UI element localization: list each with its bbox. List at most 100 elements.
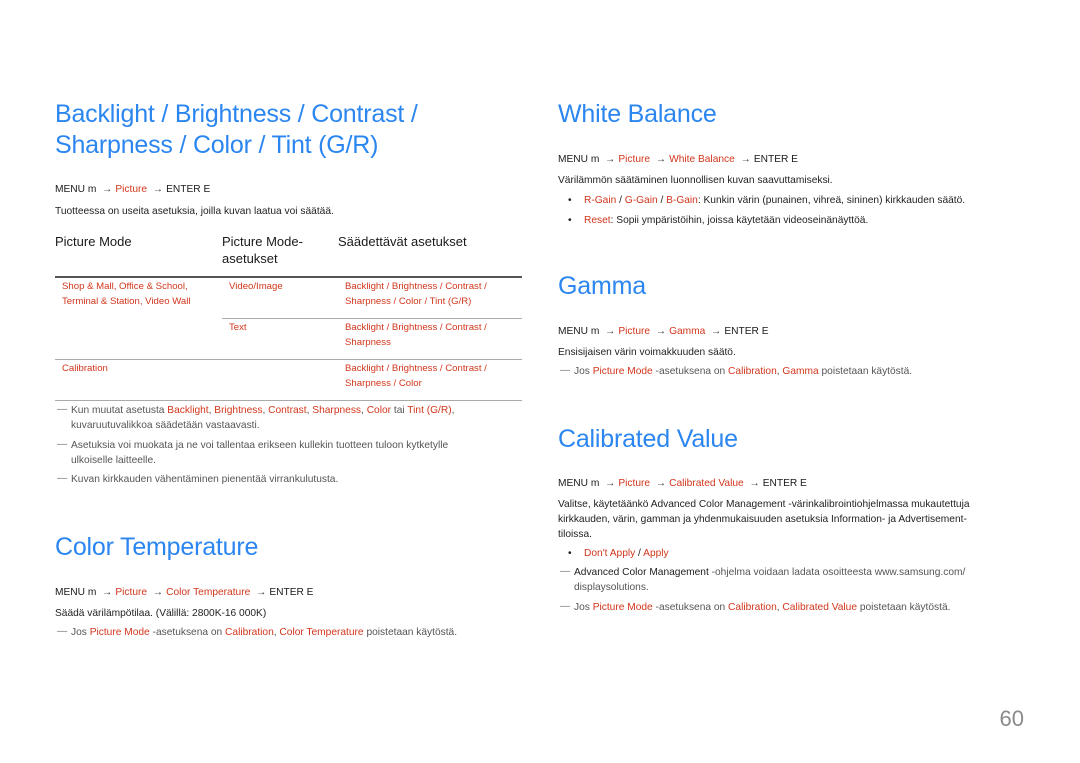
note-text: -asetuksena on: [652, 602, 729, 613]
note: — Jos Picture Mode -asetuksena on Calibr…: [55, 626, 457, 641]
menu-enter: ENTER E: [269, 587, 314, 598]
section-description: Värilämmön säätäminen luonnollisen kuvan…: [558, 175, 833, 186]
menu-path: MENU m → Picture → ENTER E: [55, 184, 210, 195]
menu-item-calibrated-value[interactable]: Calibrated Value: [669, 478, 744, 489]
menu-item-picture[interactable]: Picture: [115, 184, 147, 195]
desc-term: Advanced Color Management: [650, 499, 786, 510]
arrow-icon: →: [749, 478, 760, 489]
arrow-icon: →: [152, 587, 164, 598]
menu-enter: ENTER E: [166, 184, 211, 195]
note-term: Advanced Color Management: [574, 567, 709, 578]
note-dash-icon: —: [57, 473, 68, 484]
menu-label: MENU m: [558, 478, 600, 489]
menu-item-picture[interactable]: Picture: [115, 587, 147, 598]
bullet-icon: •: [568, 548, 572, 559]
table-row-rule: [55, 359, 522, 360]
adjust-line: Backlight / Brightness / Contrast /: [345, 322, 487, 333]
menu-enter: ENTER E: [724, 326, 769, 337]
note-term: Picture Mode: [592, 602, 653, 613]
note-dash-icon: —: [560, 566, 571, 577]
mode-line: Terminal & Station, Video Wall: [62, 295, 191, 307]
note-term: Gamma: [782, 366, 819, 377]
note-text: poistetaan käytöstä.: [363, 627, 458, 638]
title-line-2: Sharpness / Color / Tint (G/R): [55, 131, 379, 159]
option-g-gain: G-Gain: [624, 195, 658, 206]
note-text: ulkoiselle laitteelle.: [71, 454, 156, 466]
table-cell-mode: Calibration: [62, 363, 108, 374]
note: — Asetuksia voi muokata ja ne voi tallen…: [55, 439, 448, 468]
note-term: Calibration: [728, 602, 777, 613]
arrow-icon: →: [102, 587, 113, 598]
section-title-calibrated-value: Calibrated Value: [558, 425, 738, 453]
bullet-icon: •: [568, 215, 572, 226]
menu-enter: ENTER E: [753, 154, 798, 165]
note: — Kun muutat asetusta Backlight, Brightn…: [57, 404, 455, 431]
title-line-1: Backlight / Brightness / Contrast /: [55, 100, 418, 128]
menu-item-gamma[interactable]: Gamma: [669, 326, 705, 337]
desc-text: Valitse, käytetäänkö: [558, 499, 651, 510]
menu-enter: ENTER E: [762, 478, 807, 489]
table-header-adjustable: Säädettävät asetukset: [338, 234, 467, 249]
note-text: Asetuksia voi muokata ja ne voi tallenta…: [71, 440, 449, 451]
menu-item-picture[interactable]: Picture: [618, 326, 650, 337]
note-dash-icon: —: [560, 365, 571, 376]
menu-path: MENU m → Picture → White Balance → ENTER E: [558, 154, 798, 165]
table-header-picture-mode-settings: Picture Mode- asetukset: [222, 233, 303, 267]
note-term: Contrast: [268, 405, 307, 416]
section-title-white-balance: White Balance: [558, 100, 717, 128]
note-text: ,: [451, 405, 455, 416]
section-description: Ensisijaisen värin voimakkuuden säätö.: [558, 347, 736, 358]
arrow-icon: →: [655, 478, 667, 489]
note-text: Kun muutat asetusta: [71, 405, 168, 416]
note-text: poistetaan käytöstä.: [818, 366, 913, 377]
desc-text: -värinkalibrointiohjelmassa mukautettuja: [785, 499, 970, 510]
arrow-icon: →: [102, 184, 113, 195]
arrow-icon: →: [655, 326, 667, 337]
note-dash-icon: —: [560, 601, 571, 612]
section-title-backlight: Backlight / Brightness / Contrast / Shar…: [55, 99, 418, 161]
table-cell-adjust: Backlight / Brightness / Contrast / Shar…: [345, 280, 487, 309]
section-title-color-temperature: Color Temperature: [55, 533, 259, 561]
note-text: Jos: [71, 627, 90, 638]
note-term: Tint (G/R): [407, 405, 452, 416]
bullet-item: • Don't Apply / Apply: [568, 548, 669, 559]
option-apply: Apply: [643, 548, 669, 559]
bullet-icon: •: [568, 195, 572, 206]
page-number: 60: [999, 706, 1024, 731]
note-dash-icon: —: [57, 626, 68, 637]
menu-item-picture[interactable]: Picture: [618, 154, 650, 165]
table-row-rule: [222, 318, 522, 319]
menu-label: MENU m: [558, 326, 600, 337]
section-description: Säädä värilämpötilaa. (Välillä: 2800K-16…: [55, 608, 267, 619]
adjust-line: Backlight / Brightness / Contrast /: [345, 281, 487, 292]
bullet-item: • Reset: Sopii ympäristöihin, joissa käy…: [568, 213, 868, 228]
menu-label: MENU m: [55, 587, 97, 598]
header-line-1: Picture Mode-: [222, 234, 303, 249]
note-term: Backlight: [167, 405, 209, 416]
note-text: kuvaruutuvalikkoa säädetään vastaavasti.: [71, 419, 260, 431]
menu-item-white-balance[interactable]: White Balance: [669, 154, 735, 165]
arrow-icon: →: [655, 154, 667, 165]
note-term: Color Temperature: [279, 627, 364, 638]
menu-path: MENU m → Picture → Gamma → ENTER E: [558, 326, 769, 337]
note: — Advanced Color Management -ohjelma voi…: [558, 566, 1028, 595]
note-text: Kuvan kirkkauden vähentäminen pienentää …: [71, 474, 339, 485]
note-term: Color: [366, 405, 392, 416]
note-text: displaysolutions.: [574, 581, 649, 593]
note-dash-icon: —: [57, 404, 68, 415]
mode-line: Shop & Mall, Office & School,: [62, 281, 188, 292]
note-term: Calibrated Value: [782, 602, 857, 613]
menu-item-color-temperature[interactable]: Color Temperature: [166, 587, 250, 598]
section-description: Valitse, käytetäänkö Advanced Color Mana…: [558, 497, 1028, 542]
note-dash-icon: —: [57, 439, 68, 450]
note-text: -ohjelma voidaan ladata osoitteesta www.…: [708, 567, 966, 578]
menu-label: MENU m: [558, 154, 600, 165]
desc-text: tiloissa.: [558, 529, 592, 540]
arrow-icon: →: [711, 326, 722, 337]
table-header-picture-mode: Picture Mode: [55, 234, 132, 249]
note-text: -asetuksena on: [149, 627, 226, 638]
menu-item-picture[interactable]: Picture: [618, 478, 650, 489]
note-text: poistetaan käytöstä.: [857, 602, 951, 613]
menu-label: MENU m: [55, 184, 97, 195]
table-cell-mode: Shop & Mall, Office & School, Terminal &…: [62, 280, 191, 309]
